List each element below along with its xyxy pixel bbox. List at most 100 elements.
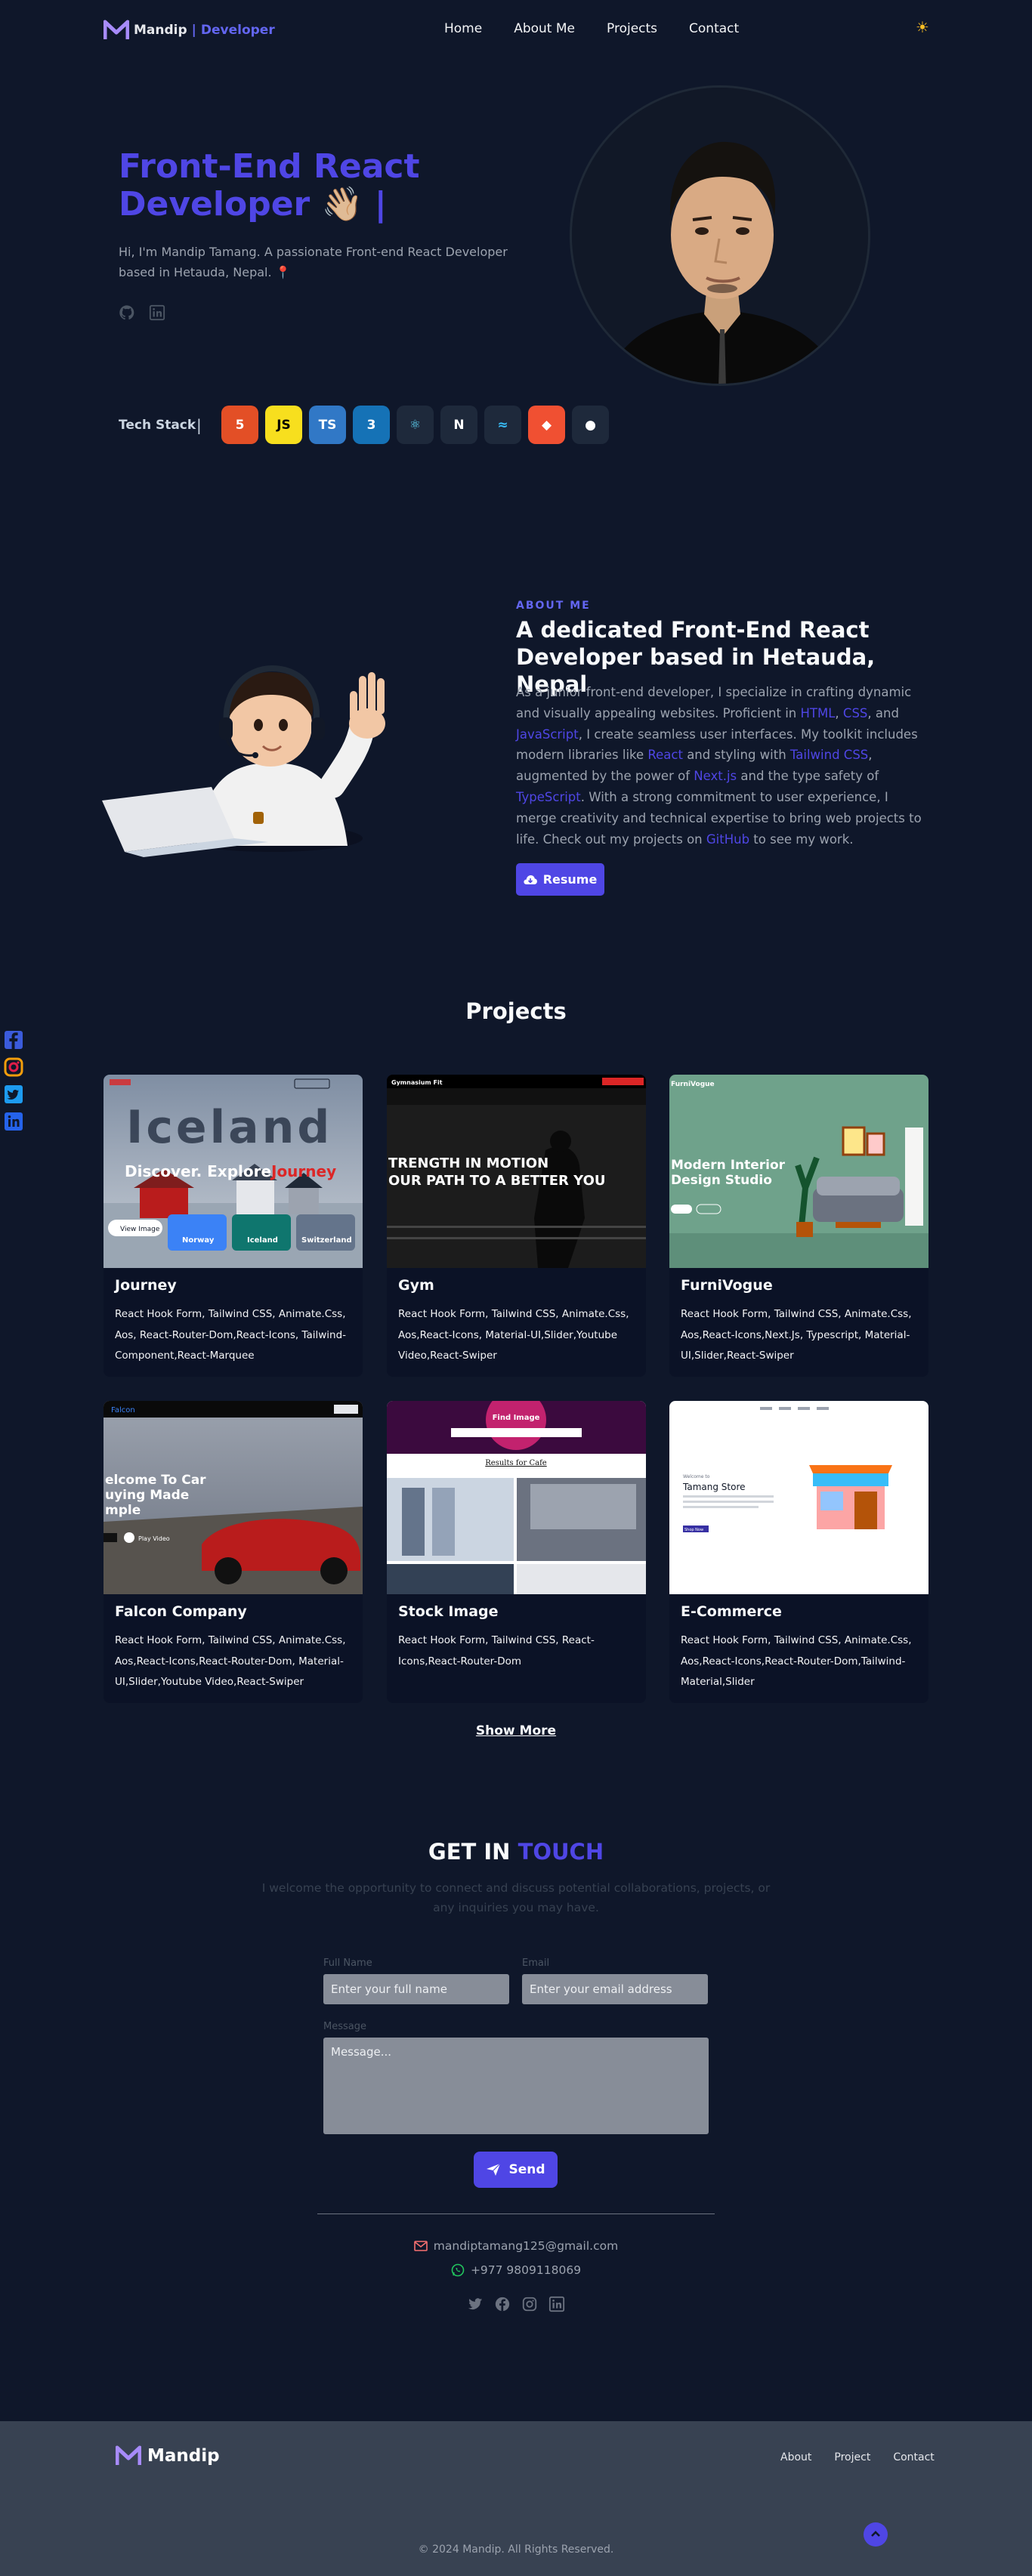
project-thumbnail: FurniVogue Modern Interior Design Studio [669, 1075, 928, 1268]
logo-suffix: Developer [200, 23, 275, 38]
link-html[interactable]: HTML [801, 706, 836, 720]
send-icon [487, 2163, 501, 2176]
svg-text:Welcome to: Welcome to [683, 1474, 710, 1479]
svg-text:elcome To Car: elcome To Car [105, 1473, 206, 1488]
send-button[interactable]: Send [474, 2152, 558, 2188]
react-icon: ⚛ [397, 406, 434, 444]
project-description: React Hook Form, Tailwind CSS, Animate.C… [115, 1308, 347, 1362]
link-nextjs[interactable]: Next.js [694, 769, 737, 783]
twitter-icon[interactable] [467, 2296, 484, 2312]
svg-text:Iceland: Iceland [247, 1236, 278, 1245]
project-title: Journey [115, 1277, 177, 1294]
tech-stack-separator: | [196, 416, 202, 434]
footer-link-project[interactable]: Project [834, 2451, 870, 2463]
link-tailwind[interactable]: Tailwind CSS [790, 748, 868, 762]
hero-title-line2: Developer [119, 185, 311, 224]
full-name-input[interactable] [323, 1974, 509, 2004]
link-github[interactable]: GitHub [706, 832, 749, 847]
chevron-up-icon [871, 2531, 880, 2537]
css3-icon: 3 [353, 406, 390, 444]
show-more-link[interactable]: Show More [0, 1723, 1032, 1738]
project-card-ecommerce[interactable]: Welcome to Tamang Store Shop Now E-Comme… [669, 1401, 928, 1703]
project-title: Falcon Company [115, 1603, 247, 1620]
project-card-stock-image[interactable]: Find Image Results for Cafe Stock Image … [387, 1401, 646, 1703]
logo[interactable]: Mandip | Developer [104, 20, 275, 41]
svg-text:Design Studio: Design Studio [671, 1173, 772, 1188]
project-thumbnail: Welcome to Tamang Store Shop Now [669, 1401, 928, 1594]
instagram-icon[interactable] [521, 2296, 538, 2312]
nav-links: Home About Me Projects Contact [444, 21, 739, 36]
logo-separator: | [191, 23, 196, 38]
facebook-icon[interactable] [4, 1029, 23, 1050]
project-card-gym[interactable]: Gymnasium Fit TRENGTH IN MOTION OUR PATH… [387, 1075, 646, 1377]
developer-illustration [98, 612, 400, 872]
typing-cursor: | [374, 185, 387, 224]
pin-icon: 📍 [275, 265, 291, 279]
link-javascript[interactable]: JavaScript [516, 727, 579, 742]
linkedin-icon[interactable] [4, 1111, 23, 1132]
github-icon: ● [572, 406, 609, 444]
project-card-furnivogue[interactable]: FurniVogue Modern Interior Design Studio… [669, 1075, 928, 1377]
message-label: Message [323, 2021, 366, 2032]
svg-text:Switzerland: Switzerland [301, 1236, 352, 1245]
svg-text:Results for Cafe: Results for Cafe [485, 1459, 547, 1467]
svg-text:OUR PATH TO A BETTER YOU: OUR PATH TO A BETTER YOU [388, 1173, 606, 1189]
wave-icon: 👋🏼 [321, 185, 363, 224]
project-title: E-Commerce [681, 1603, 782, 1620]
footer-link-contact[interactable]: Contact [893, 2451, 934, 2463]
svg-text:mple: mple [105, 1503, 141, 1518]
link-react[interactable]: React [647, 748, 683, 762]
project-description: React Hook Form, Tailwind CSS, React-Ico… [398, 1634, 595, 1667]
thumb-tagline-accent: Journey [270, 1162, 336, 1180]
html5-icon: 5 [221, 406, 258, 444]
projects-title: Projects [465, 998, 567, 1024]
link-css[interactable]: CSS [843, 706, 867, 720]
linkedin-icon[interactable] [149, 304, 165, 321]
svg-text:Gymnasium Fit: Gymnasium Fit [391, 1079, 443, 1086]
hero-title: Front-End React Developer 👋🏼 | [119, 148, 542, 224]
about-body: As a junior front-end developer, I speci… [516, 685, 922, 847]
project-title: FurniVogue [681, 1277, 773, 1294]
project-card-falcon[interactable]: Falcon elcome To Car uying Made mple Pla… [104, 1401, 363, 1703]
svg-text:Norway: Norway [182, 1236, 215, 1245]
full-name-label: Full Name [323, 1957, 372, 1969]
resume-button[interactable]: Resume [516, 863, 604, 896]
message-textarea[interactable] [323, 2038, 709, 2134]
hero-description: Hi, I'm Mandip Tamang. A passionate Fron… [119, 245, 508, 279]
project-thumbnail: Gymnasium Fit TRENGTH IN MOTION OUR PATH… [387, 1075, 646, 1268]
side-social-bar [4, 1029, 23, 1132]
link-typescript[interactable]: TypeScript [516, 790, 581, 804]
git-icon: ◆ [528, 406, 565, 444]
nav-link-projects[interactable]: Projects [607, 21, 657, 36]
linkedin-icon[interactable] [548, 2296, 565, 2312]
contact-phone[interactable]: +977 9809118069 [0, 2263, 1032, 2277]
email-input[interactable] [522, 1974, 708, 2004]
cloud-download-icon [524, 875, 537, 884]
github-icon[interactable] [119, 304, 135, 321]
instagram-icon[interactable] [4, 1057, 23, 1078]
logo-mark-icon [116, 2445, 141, 2465]
sun-icon[interactable]: ☀ [913, 18, 932, 38]
nav-link-about[interactable]: About Me [514, 21, 575, 36]
svg-text:TRENGTH IN MOTION: TRENGTH IN MOTION [388, 1155, 548, 1171]
footer-link-about[interactable]: About [780, 2451, 811, 2463]
project-card-journey[interactable]: Iceland Discover. Explore. Journey View … [104, 1075, 363, 1377]
avatar [570, 85, 870, 386]
contact-email[interactable]: mandiptamang125@gmail.com [0, 2239, 1032, 2253]
whatsapp-icon [451, 2263, 465, 2277]
nav-link-contact[interactable]: Contact [689, 21, 739, 36]
hero-title-line1: Front-End React [119, 147, 420, 186]
svg-text:uying Made: uying Made [105, 1488, 189, 1503]
tech-stack-list: 5 JS TS 3 ⚛ N ≈ ◆ ● [221, 406, 609, 444]
project-thumbnail: Find Image Results for Cafe [387, 1401, 646, 1594]
svg-text:FurniVogue: FurniVogue [671, 1081, 715, 1088]
typescript-icon: TS [309, 406, 346, 444]
twitter-icon[interactable] [4, 1084, 23, 1105]
facebook-icon[interactable] [494, 2296, 511, 2312]
logo-mark-icon [104, 20, 129, 39]
project-description: React Hook Form, Tailwind CSS, Animate.C… [398, 1308, 629, 1362]
hero-social [119, 304, 165, 321]
nav-link-home[interactable]: Home [444, 21, 482, 36]
footer-logo[interactable]: Mandip [116, 2445, 220, 2466]
svg-text:View Image: View Image [120, 1226, 160, 1233]
